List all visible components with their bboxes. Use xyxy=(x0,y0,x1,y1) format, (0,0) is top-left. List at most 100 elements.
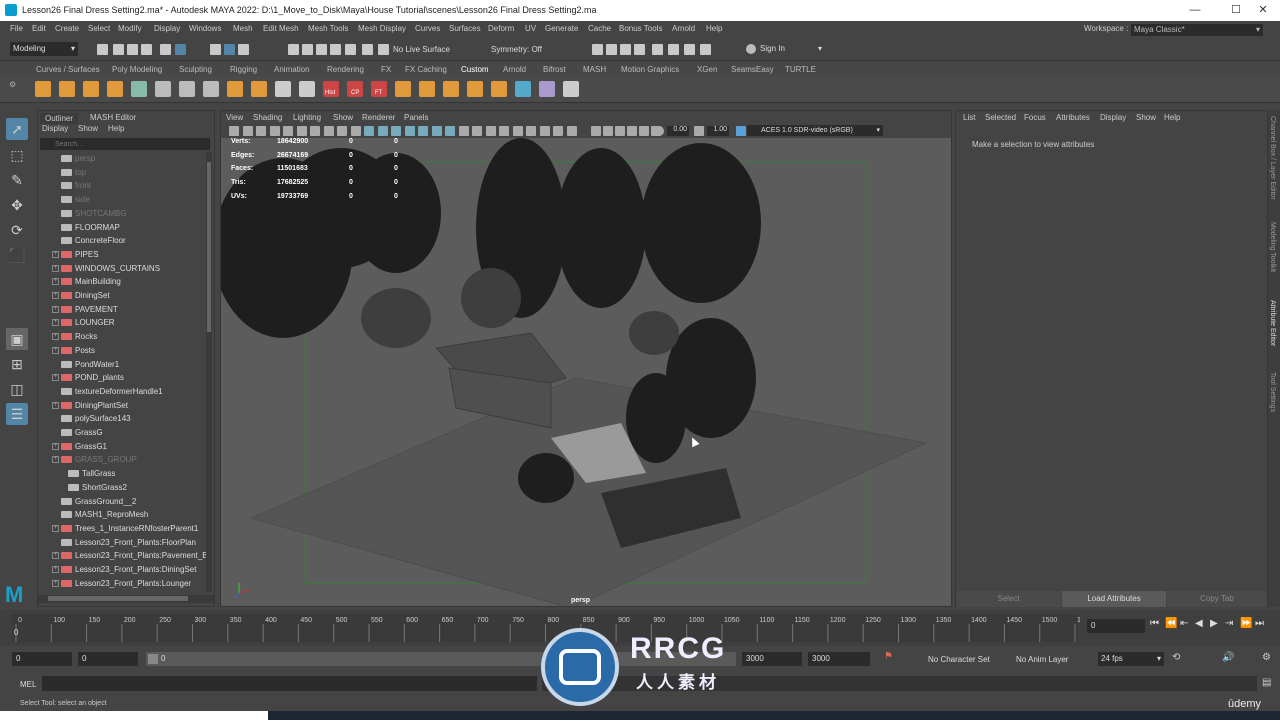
viewport-tool-icon[interactable] xyxy=(269,126,280,136)
character-set-select[interactable]: No Character Set xyxy=(928,655,990,664)
viewport-tool-icon[interactable] xyxy=(283,126,293,136)
status-tool-icon[interactable] xyxy=(684,44,695,55)
menu-edit[interactable]: Edit xyxy=(32,24,46,33)
color-management-icon[interactable] xyxy=(736,126,746,136)
paint-select-icon[interactable]: ✎ xyxy=(6,169,28,191)
playback-button-icon[interactable]: ◀ xyxy=(1195,618,1203,629)
tab-shelf-mash[interactable]: MASH xyxy=(583,65,606,74)
viewport-tool-icon[interactable] xyxy=(603,126,613,136)
shelf-tool-icon[interactable] xyxy=(563,81,579,97)
outliner-menu-display[interactable]: Display xyxy=(42,124,68,133)
status-tool-icon[interactable] xyxy=(141,44,152,55)
list-item[interactable]: + GRASS_GROUP xyxy=(38,453,206,466)
list-item[interactable]: ConcreteFloor xyxy=(38,234,206,247)
menu-display[interactable]: Display xyxy=(154,24,180,33)
list-item[interactable]: FLOORMAP xyxy=(38,221,206,234)
expand-icon[interactable]: + xyxy=(52,346,59,354)
tab-shelf-seamseasy[interactable]: SeamsEasy xyxy=(731,65,774,74)
attribute-menu-help[interactable]: Help xyxy=(1164,113,1180,122)
status-tool-icon[interactable] xyxy=(175,44,186,55)
list-item[interactable]: Lesson23_Front_Plants:FloorPlan xyxy=(38,536,206,549)
tab-modeling-toolkit[interactable]: Modeling Toolkit xyxy=(1269,222,1276,272)
list-item[interactable]: + WINDOWS_CURTAINS xyxy=(38,262,206,275)
gamma-icon[interactable] xyxy=(694,126,704,136)
playback-button-icon[interactable]: ⇤ xyxy=(1180,618,1188,629)
viewport-tool-icon[interactable] xyxy=(418,126,428,136)
menu-mesh-tools[interactable]: Mesh Tools xyxy=(308,24,348,33)
list-item[interactable]: top xyxy=(38,166,206,179)
lasso-tool-icon[interactable]: ⬚ xyxy=(6,144,28,166)
sign-in-select[interactable]: Sign In ▾ xyxy=(757,42,825,56)
shelf-tool-icon[interactable] xyxy=(515,81,531,97)
list-item[interactable]: TallGrass xyxy=(38,467,206,480)
tab-shelf-fx-caching[interactable]: FX Caching xyxy=(405,65,447,74)
viewport-tool-icon[interactable] xyxy=(391,126,401,136)
viewport-tool-icon[interactable] xyxy=(512,126,523,136)
menu-windows[interactable]: Windows xyxy=(189,24,221,33)
menu-modify[interactable]: Modify xyxy=(118,24,142,33)
scene-render[interactable] xyxy=(221,138,951,606)
viewport-tool-icon[interactable] xyxy=(639,126,649,136)
outliner-scrollbar[interactable] xyxy=(206,152,212,592)
list-item[interactable]: + MainBuilding xyxy=(38,275,206,288)
menu-arnold[interactable]: Arnold xyxy=(672,24,695,33)
shelf-tool-icon[interactable] xyxy=(443,81,459,97)
status-tool-icon[interactable] xyxy=(160,44,171,55)
anim-start-field[interactable]: 0 xyxy=(78,652,138,666)
viewport-tool-icon[interactable] xyxy=(539,126,550,136)
status-tool-icon[interactable] xyxy=(620,44,631,55)
shelf-tool-icon[interactable] xyxy=(299,81,315,97)
playback-button-icon[interactable]: ⏩ xyxy=(1240,618,1252,629)
viewport-tool-icon[interactable] xyxy=(242,126,253,136)
colorspace-select[interactable]: ACES 1.0 SDR-video (sRGB) ▾ xyxy=(747,125,883,136)
tab-attribute-editor[interactable]: Attribute Editor xyxy=(1269,300,1276,346)
expand-icon[interactable]: + xyxy=(52,524,59,532)
expand-icon[interactable]: + xyxy=(52,579,59,587)
tab-shelf-animation[interactable]: Animation xyxy=(274,65,310,74)
shelf-tool-icon[interactable] xyxy=(131,81,147,97)
list-item[interactable]: textureDeformerHandle1 xyxy=(38,385,206,398)
tab-shelf-arnold[interactable]: Arnold xyxy=(503,65,526,74)
expand-icon[interactable]: + xyxy=(52,333,59,341)
playback-button-icon[interactable]: ⏭ xyxy=(1255,618,1264,629)
status-tool-icon[interactable] xyxy=(97,44,108,55)
viewport-tool-icon[interactable] xyxy=(458,126,469,136)
time-ruler[interactable]: 0 100 150 200 250 300 350 400 450 500 550 600 650 700… xyxy=(12,610,1080,644)
shelf-tool-icon[interactable] xyxy=(419,81,435,97)
list-item[interactable]: + LOUNGER xyxy=(38,316,206,329)
status-tool-icon[interactable] xyxy=(345,44,356,55)
list-item[interactable]: ShortGrass2 xyxy=(38,481,206,494)
status-tool-icon[interactable] xyxy=(606,44,617,55)
list-item[interactable]: front xyxy=(38,179,206,192)
expand-icon[interactable]: + xyxy=(52,374,59,382)
expand-icon[interactable]: + xyxy=(52,278,59,286)
end-time-field[interactable]: 3000 xyxy=(742,652,802,666)
playback-button-icon[interactable]: ⇥ xyxy=(1225,618,1233,629)
viewport-tool-icon[interactable] xyxy=(526,126,536,136)
viewport-panel[interactable]: View Shading Lighting Show Renderer Panels 0.… xyxy=(220,110,952,607)
playback-button-icon[interactable]: ▶ xyxy=(1210,618,1218,629)
symmetry-label[interactable]: Symmetry: Off xyxy=(491,45,542,54)
tab-shelf-sculpting[interactable]: Sculpting xyxy=(179,65,212,74)
list-item[interactable]: + POND_plants xyxy=(38,371,206,384)
single-view-icon[interactable]: ▣ xyxy=(6,328,28,350)
shelf-tool-icon[interactable] xyxy=(251,81,267,97)
viewport-tool-icon[interactable] xyxy=(323,126,334,136)
list-item[interactable]: + Rocks xyxy=(38,330,206,343)
playback-button-icon[interactable]: ⏪ xyxy=(1165,618,1177,629)
list-item[interactable]: MASH1_ReproMesh xyxy=(38,508,206,521)
viewport-tool-icon[interactable] xyxy=(364,126,374,136)
expand-icon[interactable]: + xyxy=(52,566,59,573)
status-tool-icon[interactable] xyxy=(302,44,313,55)
viewport-tool-icon[interactable] xyxy=(256,126,266,136)
attribute-menu-attributes[interactable]: Attributes xyxy=(1056,113,1090,122)
status-tool-icon[interactable] xyxy=(362,44,373,55)
fps-select[interactable]: 24 fps ▾ xyxy=(1098,652,1164,666)
outliner-menu-show[interactable]: Show xyxy=(78,124,98,133)
viewport-tool-icon[interactable] xyxy=(472,126,482,136)
menu-uv[interactable]: UV xyxy=(525,24,536,33)
copy-tab-button[interactable]: Copy Tab xyxy=(1167,591,1267,607)
viewport-tool-icon[interactable] xyxy=(296,126,307,136)
tab-shelf-xgen[interactable]: XGen xyxy=(697,65,717,74)
auto-key-icon[interactable]: ⚑ xyxy=(884,651,893,662)
